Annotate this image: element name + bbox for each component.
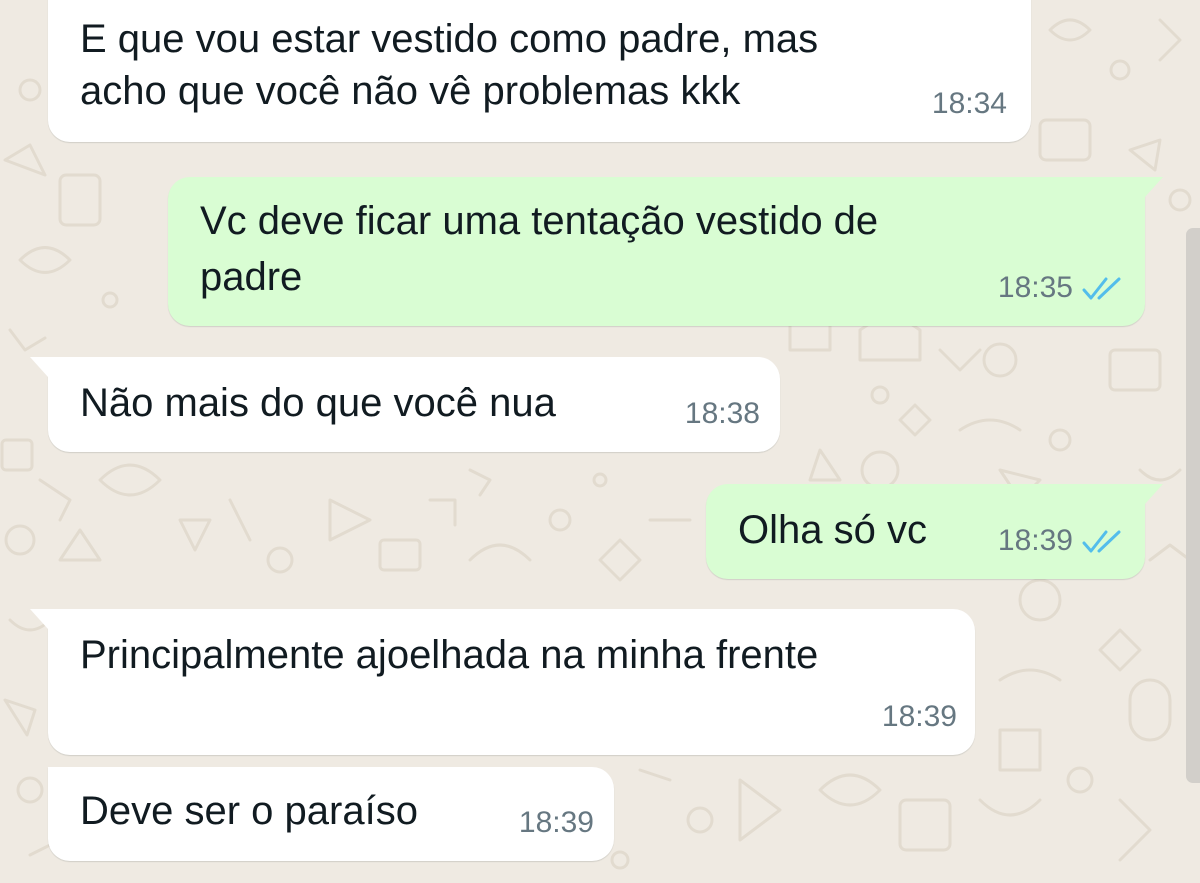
message-timestamp: 18:38 [684,397,760,430]
scrollbar[interactable] [1186,228,1200,783]
message-timestamp: 18:39 [881,700,957,733]
message-meta: 18:39 [519,797,594,849]
message-timestamp: 18:34 [931,87,1007,120]
message-meta: 18:38 [685,388,760,440]
message-text-line: Não mais do que você nua [80,381,556,425]
message-bubble-incoming[interactable]: Deve ser o paraíso 18:39 [48,767,614,861]
double-check-read-icon [1082,277,1121,300]
message-text-line: Olha só vc [738,508,927,552]
message-timestamp: 18:35 [997,271,1073,304]
message-bubble-incoming[interactable]: E que vou estar vestido como padre, mas … [48,0,1031,142]
message-meta: 18:39 [882,691,957,743]
message-text-line: Vc deve ficar uma tentação vestido de [200,199,879,243]
message-text-line: E que vou estar vestido como padre, mas [80,17,819,61]
message-text-line: Principalmente ajoelhada na minha frente [80,633,819,677]
message-meta: 18:39 [998,515,1125,567]
message-bubble-incoming[interactable]: Principalmente ajoelhada na minha frente… [30,609,975,755]
message-bubble-outgoing[interactable]: Olha só vc 18:39 [706,484,1163,579]
message-bubble-incoming[interactable]: Não mais do que você nua 18:38 [30,357,780,452]
message-timestamp: 18:39 [518,806,594,839]
message-text-line: acho que você não vê problemas kkk [80,69,741,113]
message-text-line: Deve ser o paraíso [80,789,418,833]
message-timestamp: 18:39 [997,524,1073,557]
message-meta: 18:34 [932,78,1007,130]
message-text-line: padre [200,255,303,299]
message-bubble-outgoing[interactable]: Vc deve ficar uma tentação vestido de pa… [168,177,1163,326]
double-check-read-icon [1082,530,1121,553]
message-meta: 18:35 [998,262,1125,314]
